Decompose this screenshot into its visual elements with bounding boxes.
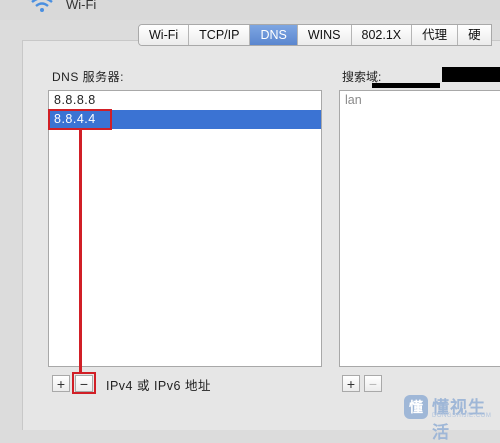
tab-tcpip[interactable]: TCP/IP [189, 25, 251, 45]
redaction-bar [372, 83, 440, 88]
wifi-icon [31, 0, 53, 12]
dns-servers-label: DNS 服务器: [52, 70, 125, 84]
tab-wifi[interactable]: Wi-Fi [139, 25, 190, 45]
annotation-remove-box [72, 372, 96, 394]
annotation-line [79, 130, 82, 374]
watermark-subtext: DONGSHIJIE.COM [432, 413, 492, 419]
tab-dns[interactable]: DNS [250, 25, 298, 45]
dns-server-list[interactable]: 8.8.8.8 8.8.4.4 [48, 90, 322, 367]
tab-proxy[interactable]: 代理 [412, 25, 459, 45]
tab-hardware[interactable]: 硬 [458, 25, 491, 45]
add-dns-button[interactable]: + [52, 375, 70, 392]
search-domain-row[interactable]: lan [340, 91, 500, 110]
tab-wins[interactable]: WINS [297, 25, 352, 45]
search-domain-list[interactable]: lan [339, 90, 500, 367]
tab-8021x[interactable]: 802.1X [351, 25, 413, 45]
remove-search-domain-button: − [364, 375, 382, 392]
annotation-highlight-box [48, 109, 112, 130]
redaction-bar [442, 67, 500, 82]
title-bar: Wi-Fi [0, 0, 500, 20]
watermark-logo-icon: 懂 [404, 395, 428, 419]
window-title: Wi-Fi [66, 0, 97, 12]
dns-server-row[interactable]: 8.8.8.8 [49, 91, 321, 110]
dns-address-hint: IPv4 或 IPv6 地址 [106, 379, 211, 393]
add-search-domain-button[interactable]: + [342, 375, 360, 392]
tab-bar: Wi-Fi TCP/IP DNS WINS 802.1X 代理 硬 [138, 24, 492, 46]
